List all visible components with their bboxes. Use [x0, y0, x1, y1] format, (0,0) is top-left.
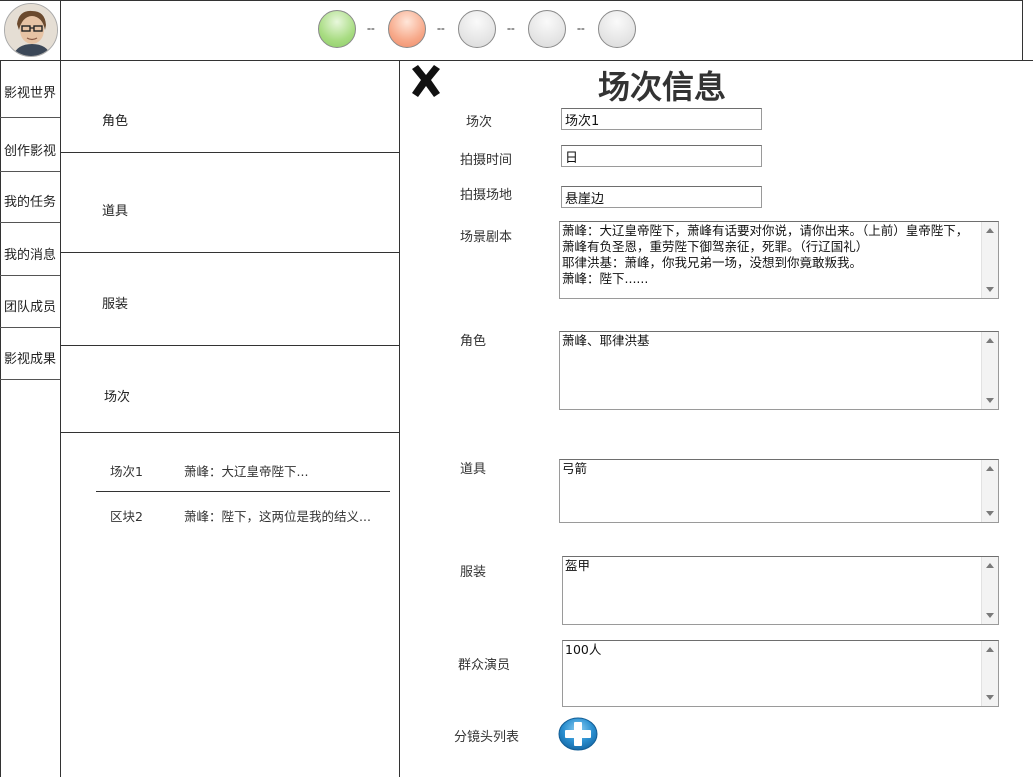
role-label: 角色 — [460, 334, 487, 349]
category-divider — [61, 252, 399, 253]
nav-separator — [0, 327, 60, 328]
scrollbar[interactable] — [981, 557, 998, 624]
scene-name: 场次1 — [110, 464, 143, 479]
step-1[interactable] — [318, 10, 356, 48]
role-textarea[interactable]: 萧峰、耶律洪基 — [559, 331, 999, 410]
extras-label: 群众演员 — [458, 658, 511, 673]
scroll-down-icon[interactable] — [986, 511, 994, 516]
scrollbar[interactable] — [981, 460, 998, 522]
step-4[interactable] — [528, 10, 566, 48]
scene-desc: 萧峰：陛下，这两位是我的结义... — [184, 509, 371, 524]
scroll-up-icon[interactable] — [986, 338, 994, 343]
scroll-up-icon[interactable] — [986, 647, 994, 652]
shoot-location-label: 拍摄场地 — [460, 188, 513, 203]
nav-item-create-film[interactable]: 创作影视 — [0, 140, 60, 159]
extras-text: 100人 — [565, 642, 602, 657]
scene-script-text: 萧峰：大辽皇帝陛下，萧峰有话要对你说，请你出来。（上前）皇帝陛下，萧峰有负圣恩，… — [562, 223, 969, 286]
scroll-down-icon[interactable] — [986, 695, 994, 700]
scene-name: 区块2 — [110, 509, 143, 524]
nav-left-border — [0, 60, 1, 777]
scroll-down-icon[interactable] — [986, 613, 994, 618]
category-divider — [61, 432, 399, 433]
prop-label: 道具 — [460, 462, 487, 477]
scroll-down-icon[interactable] — [986, 398, 994, 403]
scroll-down-icon[interactable] — [986, 287, 994, 292]
extras-textarea[interactable]: 100人 — [562, 640, 999, 707]
step-5[interactable] — [598, 10, 636, 48]
scene-label: 场次 — [466, 115, 493, 130]
nav-separator — [0, 117, 60, 118]
scene-field[interactable] — [561, 108, 762, 130]
user-avatar-icon — [5, 4, 57, 56]
shoot-time-field[interactable] — [561, 145, 762, 167]
category-scene[interactable]: 场次 — [104, 386, 130, 405]
costume-label: 服装 — [460, 565, 487, 580]
step-connector — [577, 28, 585, 30]
scroll-up-icon[interactable] — [986, 228, 994, 233]
category-role[interactable]: 角色 — [102, 110, 128, 129]
plus-icon[interactable] — [558, 717, 598, 751]
top-border — [0, 0, 1023, 1]
scrollbar[interactable] — [981, 332, 998, 409]
scrollbar[interactable] — [981, 641, 998, 706]
nav-item-team-members[interactable]: 团队成员 — [0, 296, 60, 315]
nav-item-my-messages[interactable]: 我的消息 — [0, 244, 60, 263]
costume-text: 盔甲 — [565, 558, 591, 573]
prop-textarea[interactable]: 弓箭 — [559, 459, 999, 523]
nav-separator — [0, 171, 60, 172]
shoot-location-field[interactable] — [561, 186, 762, 208]
step-connector — [367, 28, 375, 30]
outer-right-border — [1022, 0, 1023, 61]
scrollbar[interactable] — [981, 222, 998, 298]
nav-item-my-tasks[interactable]: 我的任务 — [0, 191, 60, 210]
close-icon[interactable] — [408, 63, 444, 99]
middle-divider — [399, 60, 400, 777]
scene-script-label: 场景剧本 — [460, 230, 513, 245]
prop-text: 弓箭 — [562, 461, 588, 476]
list-divider — [96, 491, 390, 492]
scene-desc: 萧峰：大辽皇帝陛下... — [184, 464, 309, 479]
nav-separator — [0, 379, 60, 380]
nav-divider — [60, 0, 61, 777]
nav-separator — [0, 222, 60, 223]
nav-item-film-results[interactable]: 影视成果 — [0, 348, 60, 367]
category-costume[interactable]: 服装 — [102, 293, 128, 312]
category-divider — [61, 152, 399, 153]
role-text: 萧峰、耶律洪基 — [562, 333, 650, 348]
step-connector — [437, 28, 445, 30]
costume-textarea[interactable]: 盔甲 — [562, 556, 999, 625]
avatar[interactable] — [4, 3, 58, 57]
scroll-up-icon[interactable] — [986, 466, 994, 471]
page-title: 场次信息 — [598, 68, 727, 106]
shot-list-label: 分镜头列表 — [454, 730, 520, 745]
nav-item-film-world[interactable]: 影视世界 — [0, 82, 60, 101]
nav-separator — [0, 275, 60, 276]
category-prop[interactable]: 道具 — [102, 200, 128, 219]
top-divider — [0, 60, 1033, 61]
shoot-time-label: 拍摄时间 — [460, 153, 513, 168]
scene-script-textarea[interactable]: 萧峰：大辽皇帝陛下，萧峰有话要对你说，请你出来。（上前）皇帝陛下，萧峰有负圣恩，… — [559, 221, 999, 299]
step-connector — [507, 28, 515, 30]
scroll-up-icon[interactable] — [986, 563, 994, 568]
step-2[interactable] — [388, 10, 426, 48]
category-divider — [61, 345, 399, 346]
step-3[interactable] — [458, 10, 496, 48]
